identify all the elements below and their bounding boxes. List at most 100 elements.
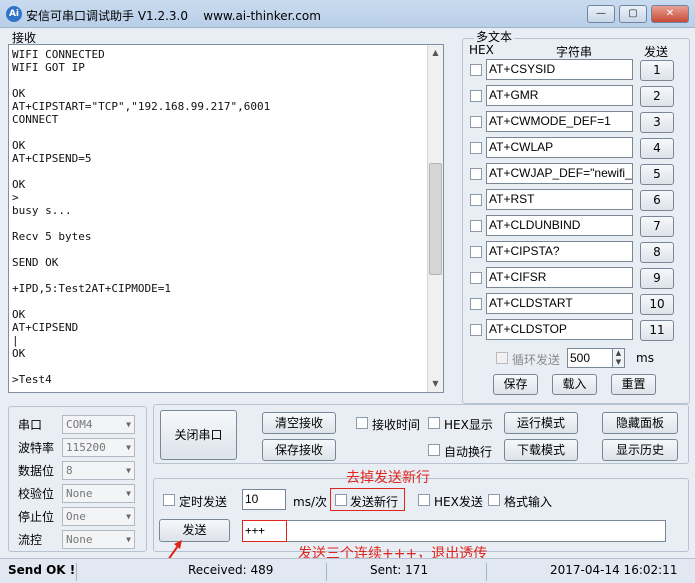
hex-display-label: HEX显示 [444,418,493,432]
flow-control-label: 流控 [18,533,43,547]
format-input-label: 格式输入 [504,495,553,509]
receive-time-label: 接收时间 [372,418,421,432]
spin-down-icon[interactable]: ▼ [613,358,624,367]
parity-select[interactable]: None ▼ [62,484,135,503]
send-command-button[interactable]: 6 [640,190,674,211]
hex-checkbox[interactable] [470,324,482,336]
data-bits-label: 数据位 [18,464,55,478]
interval-input[interactable]: 10 [242,489,286,510]
hide-panel-button[interactable]: 隐藏面板 [602,412,678,434]
baud-label: 波特率 [18,441,55,455]
minimize-button[interactable]: — [587,5,615,23]
command-input[interactable]: AT+CWJAP_DEF="newifi_ [486,163,633,184]
hex-checkbox[interactable] [470,168,482,180]
download-mode-button[interactable]: 下载模式 [504,439,578,461]
hex-checkbox[interactable] [470,298,482,310]
website-url: www.ai-thinker.com [203,9,321,23]
title-bar: Ai 安信可串口调试助手 V1.2.3.0 www.ai-thinker.com… [0,0,695,28]
receive-textbox[interactable]: WIFI CONNECTED WIFI GOT IP OK AT+CIPSTAR… [8,44,444,393]
hex-checkbox[interactable] [470,220,482,232]
stop-bits-select[interactable]: One ▼ [62,507,135,526]
send-command-button[interactable]: 7 [640,216,674,237]
send-command-button[interactable]: 1 [640,60,674,81]
send-command-button[interactable]: 4 [640,138,674,159]
loop-send-checkbox[interactable] [496,352,508,364]
hex-column-header: HEX [469,43,494,57]
data-bits-select[interactable]: 8 ▼ [62,461,135,480]
send-newline-checkbox[interactable] [335,494,347,506]
command-input[interactable]: AT+CWLAP [486,137,633,158]
command-input[interactable]: AT+CLDSTOP [486,319,633,340]
command-input[interactable]: AT+CLDSTART [486,293,633,314]
hex-checkbox[interactable] [470,142,482,154]
command-input[interactable]: AT+CIFSR [486,267,633,288]
send-command-button[interactable]: 11 [640,320,674,341]
hex-checkbox[interactable] [470,272,482,284]
loop-interval-input[interactable]: 500 [567,348,613,368]
hex-checkbox[interactable] [470,90,482,102]
annotation-remove-newline: 去掉发送新行 [346,470,430,486]
command-input[interactable]: AT+GMR [486,85,633,106]
receive-content: WIFI CONNECTED WIFI GOT IP OK AT+CIPSTAR… [12,48,271,386]
save-multi-button[interactable]: 保存 [493,374,538,395]
spin-up-icon[interactable]: ▲ [613,349,624,358]
hex-send-label: HEX发送 [434,495,483,509]
timed-send-checkbox[interactable] [163,494,175,506]
load-multi-button[interactable]: 载入 [552,374,597,395]
receive-time-checkbox[interactable] [356,417,368,429]
stop-bits-label: 停止位 [18,510,55,524]
app-logo-icon: Ai [6,6,22,22]
received-count: Received: 489 [188,563,274,577]
show-history-button[interactable]: 显示历史 [602,439,678,461]
scroll-down-icon[interactable]: ▼ [428,376,443,392]
send-command-button[interactable]: 10 [640,294,674,315]
status-separator [76,563,77,581]
send-input[interactable]: +++ [242,520,666,542]
receive-scrollbar[interactable]: ▲ ▼ [427,45,443,392]
loop-send-label: 循环发送 [512,353,561,367]
auto-wrap-label: 自动换行 [444,445,493,459]
close-port-button[interactable]: 关闭串口 [160,410,237,460]
hex-checkbox[interactable] [470,194,482,206]
status-message: Send OK ! [8,563,76,577]
command-input[interactable]: AT+CWMODE_DEF=1 [486,111,633,132]
clear-receive-button[interactable]: 清空接收 [262,412,336,434]
command-input[interactable]: AT+CIPSTA? [486,241,633,262]
scroll-thumb[interactable] [429,163,442,275]
scroll-up-icon[interactable]: ▲ [428,45,443,61]
send-input-highlight [242,520,287,542]
port-select[interactable]: COM4 ▼ [62,415,135,434]
command-input[interactable]: AT+CLDUNBIND [486,215,633,236]
loop-unit: ms [636,351,654,365]
flow-control-select[interactable]: None ▼ [62,530,135,549]
send-command-button[interactable]: 8 [640,242,674,263]
command-input[interactable]: AT+CSYSID [486,59,633,80]
hex-checkbox[interactable] [470,116,482,128]
baud-select[interactable]: 115200 ▼ [62,438,135,457]
send-command-button[interactable]: 3 [640,112,674,133]
status-datetime: 2017-04-14 16:02:11 [550,563,678,577]
reset-multi-button[interactable]: 重置 [611,374,656,395]
string-column-header: 字符串 [556,45,593,59]
status-bar: Send OK ! Received: 489 Sent: 171 2017-0… [0,558,695,583]
chevron-down-icon: ▼ [126,489,131,498]
chevron-down-icon: ▼ [126,466,131,475]
hex-send-checkbox[interactable] [418,494,430,506]
close-button[interactable]: ✕ [651,5,689,23]
send-command-button[interactable]: 5 [640,164,674,185]
auto-wrap-checkbox[interactable] [428,444,440,456]
format-input-checkbox[interactable] [488,494,500,506]
run-mode-button[interactable]: 运行模式 [504,412,578,434]
hex-display-checkbox[interactable] [428,417,440,429]
parity-label: 校验位 [18,487,55,501]
send-command-button[interactable]: 2 [640,86,674,107]
sent-count: Sent: 171 [370,563,429,577]
send-column-header: 发送 [644,45,669,59]
save-receive-button[interactable]: 保存接收 [262,439,336,461]
command-input[interactable]: AT+RST [486,189,633,210]
maximize-button[interactable]: ▢ [619,5,647,23]
send-command-button[interactable]: 9 [640,268,674,289]
loop-interval-spinner[interactable]: ▲ ▼ [612,348,625,368]
hex-checkbox[interactable] [470,246,482,258]
hex-checkbox[interactable] [470,64,482,76]
